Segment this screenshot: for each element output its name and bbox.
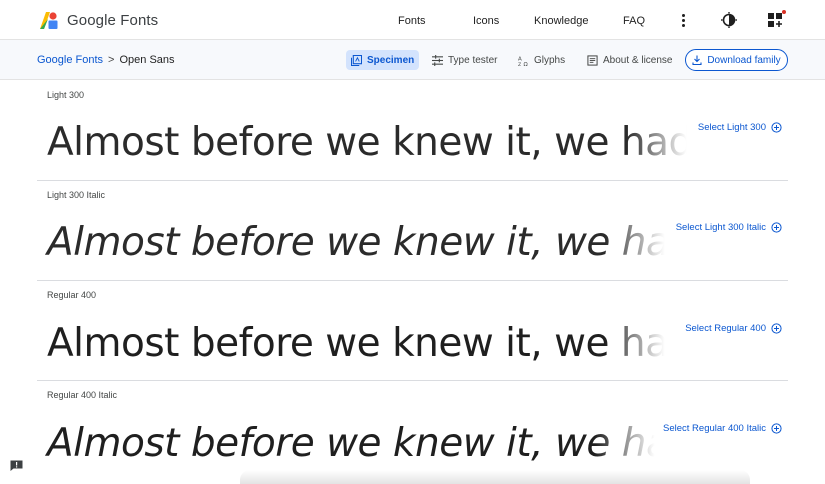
download-label: Download family xyxy=(707,54,781,66)
tab-glyphs[interactable]: AΩZ Glyphs xyxy=(513,50,570,70)
fade-cover xyxy=(673,208,788,270)
select-label: Select Light 300 xyxy=(697,122,766,133)
style-name: Light 300 xyxy=(47,90,85,100)
nav-fonts[interactable]: Fonts xyxy=(398,15,426,27)
more-vert-icon[interactable] xyxy=(682,14,686,28)
download-icon xyxy=(692,55,702,65)
select-regular-400-button[interactable]: Select Regular 400 xyxy=(685,323,782,334)
select-regular-400-italic-button[interactable]: Select Regular 400 Italic xyxy=(663,423,782,434)
nav-icons[interactable]: Icons xyxy=(473,15,499,27)
article-icon xyxy=(587,54,598,66)
theme-toggle-icon[interactable] xyxy=(721,12,737,28)
fade-cover xyxy=(663,408,788,470)
top-bar: Google Fonts Fonts Icons Knowledge FAQ xyxy=(0,0,825,40)
tab-about-license[interactable]: About & license xyxy=(582,50,678,70)
apps-icon[interactable] xyxy=(767,10,786,28)
specimen-icon xyxy=(351,54,362,66)
style-name: Regular 400 xyxy=(47,290,97,300)
fade-overlay xyxy=(595,408,665,470)
add-circle-icon xyxy=(771,222,782,233)
tab-label: Glyphs xyxy=(534,54,566,66)
svg-text:A: A xyxy=(518,56,522,62)
google-fonts-logo-icon[interactable] xyxy=(40,12,60,29)
notification-dot xyxy=(782,10,786,14)
nav-faq[interactable]: FAQ xyxy=(623,15,645,27)
style-name: Light 300 Italic xyxy=(47,190,106,200)
style-row-regular-400-italic: Regular 400 Italic Almost before we knew… xyxy=(37,380,788,480)
tab-type-tester[interactable]: Type tester xyxy=(427,50,502,70)
tab-label: Specimen xyxy=(367,54,415,66)
fade-overlay xyxy=(627,108,697,170)
select-label: Select Regular 400 xyxy=(685,323,766,334)
breadcrumb-root-link[interactable]: Google Fonts xyxy=(37,54,103,66)
breadcrumb: Google Fonts > Open Sans xyxy=(37,54,175,66)
tab-label: About & license xyxy=(603,54,673,66)
tab-label: Type tester xyxy=(448,54,498,66)
add-circle-icon xyxy=(771,122,782,133)
select-label: Select Light 300 Italic xyxy=(675,222,766,233)
fade-overlay xyxy=(605,308,675,370)
breadcrumb-separator: > xyxy=(108,54,115,66)
svg-text:Z: Z xyxy=(518,62,521,66)
bottom-shadow xyxy=(240,470,750,484)
fade-cover xyxy=(695,108,788,170)
style-row-light-300: Light 300 Almost before we knew it, we h… xyxy=(37,80,788,181)
tune-icon xyxy=(432,54,443,66)
sample-text[interactable]: Almost before we knew it, we had xyxy=(47,321,693,366)
nav-knowledge[interactable]: Knowledge xyxy=(534,15,588,27)
brand-name[interactable]: Google Fonts xyxy=(67,12,158,29)
fade-overlay xyxy=(605,208,675,270)
svg-text:Ω: Ω xyxy=(524,62,528,66)
select-light-300-button[interactable]: Select Light 300 xyxy=(697,122,782,133)
fade-cover xyxy=(673,308,788,370)
feedback-icon[interactable] xyxy=(10,460,23,471)
glyphs-icon: AΩZ xyxy=(518,56,528,66)
style-name: Regular 400 Italic xyxy=(47,390,118,400)
style-row-light-300-italic: Light 300 Italic Almost before we knew i… xyxy=(37,180,788,281)
select-label: Select Regular 400 Italic xyxy=(663,423,766,434)
add-circle-icon xyxy=(771,323,782,334)
add-circle-icon xyxy=(771,423,782,434)
breadcrumb-current: Open Sans xyxy=(119,54,175,66)
select-light-300-italic-button[interactable]: Select Light 300 Italic xyxy=(675,222,782,233)
download-family-button[interactable]: Download family xyxy=(685,49,788,71)
tab-specimen[interactable]: Specimen xyxy=(346,50,420,70)
style-row-regular-400: Regular 400 Almost before we knew it, we… xyxy=(37,280,788,381)
